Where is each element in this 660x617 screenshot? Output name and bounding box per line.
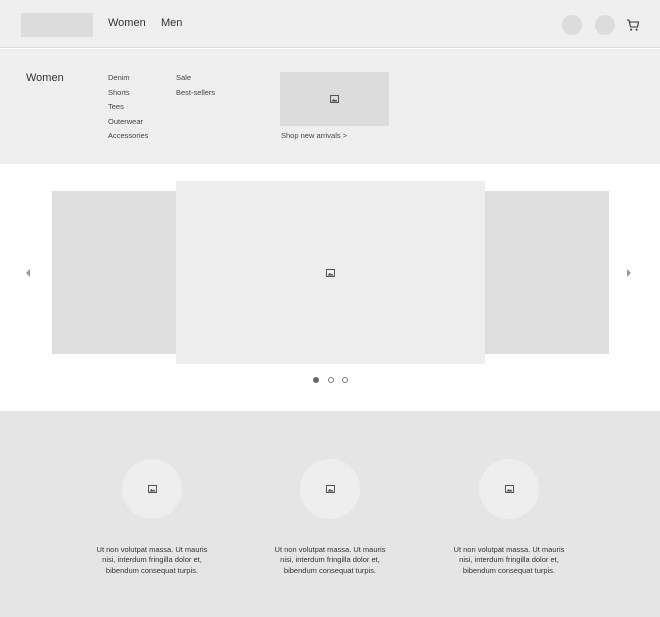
mega-menu-title: Women (26, 72, 64, 84)
image-placeholder-icon (330, 95, 339, 103)
feature-image-2 (300, 459, 360, 519)
feature-text-2: Ut non volutpat massa. Ut mauris nisi, i… (274, 545, 386, 575)
cart-icon[interactable] (626, 18, 640, 32)
image-placeholder-icon (326, 485, 335, 493)
feature-text-1: Ut non volutpat massa. Ut mauris nisi, i… (96, 545, 208, 575)
carousel-slide-next[interactable] (485, 191, 609, 354)
menu-item-tees[interactable]: Tees (108, 102, 148, 117)
image-placeholder-icon (326, 269, 335, 277)
image-placeholder-icon (148, 485, 157, 493)
feature-image-1 (122, 459, 182, 519)
account-icon[interactable] (562, 15, 582, 35)
logo[interactable] (21, 13, 93, 37)
features-section: Ut non volutpat massa. Ut mauris nisi, i… (0, 411, 660, 617)
carousel-slide-previous[interactable] (52, 191, 176, 354)
site-header: Women Men (0, 0, 660, 48)
menu-item-accessories[interactable]: Accessories (108, 131, 148, 146)
menu-item-shorts[interactable]: Shorts (108, 88, 148, 103)
menu-item-denim[interactable]: Denim (108, 73, 148, 88)
menu-item-best-sellers[interactable]: Best-sellers (176, 88, 215, 103)
carousel-next-arrow-icon[interactable] (626, 268, 632, 278)
carousel-prev-arrow-icon[interactable] (25, 268, 31, 278)
carousel-dot-3[interactable] (342, 377, 348, 383)
wishlist-icon[interactable] (595, 15, 615, 35)
carousel-dot-1[interactable] (313, 377, 319, 383)
image-placeholder-icon (505, 485, 514, 493)
menu-item-outerwear[interactable]: Outerwear (108, 117, 148, 132)
nav-men[interactable]: Men (161, 17, 182, 29)
mega-menu-column-featured: Sale Best-sellers (176, 73, 215, 102)
feature-image-3 (479, 459, 539, 519)
mega-menu: Women Denim Shorts Tees Outerwear Access… (0, 49, 660, 164)
shop-new-arrivals-link[interactable]: Shop new arrivals > (281, 131, 347, 140)
menu-item-sale[interactable]: Sale (176, 73, 215, 88)
promo-image[interactable] (280, 72, 389, 126)
nav-women[interactable]: Women (108, 17, 146, 29)
carousel-slide-active[interactable] (176, 181, 485, 364)
carousel-dot-2[interactable] (328, 377, 334, 383)
mega-menu-column-categories: Denim Shorts Tees Outerwear Accessories (108, 73, 148, 146)
feature-text-3: Ut non volutpat massa. Ut mauris nisi, i… (453, 545, 565, 575)
